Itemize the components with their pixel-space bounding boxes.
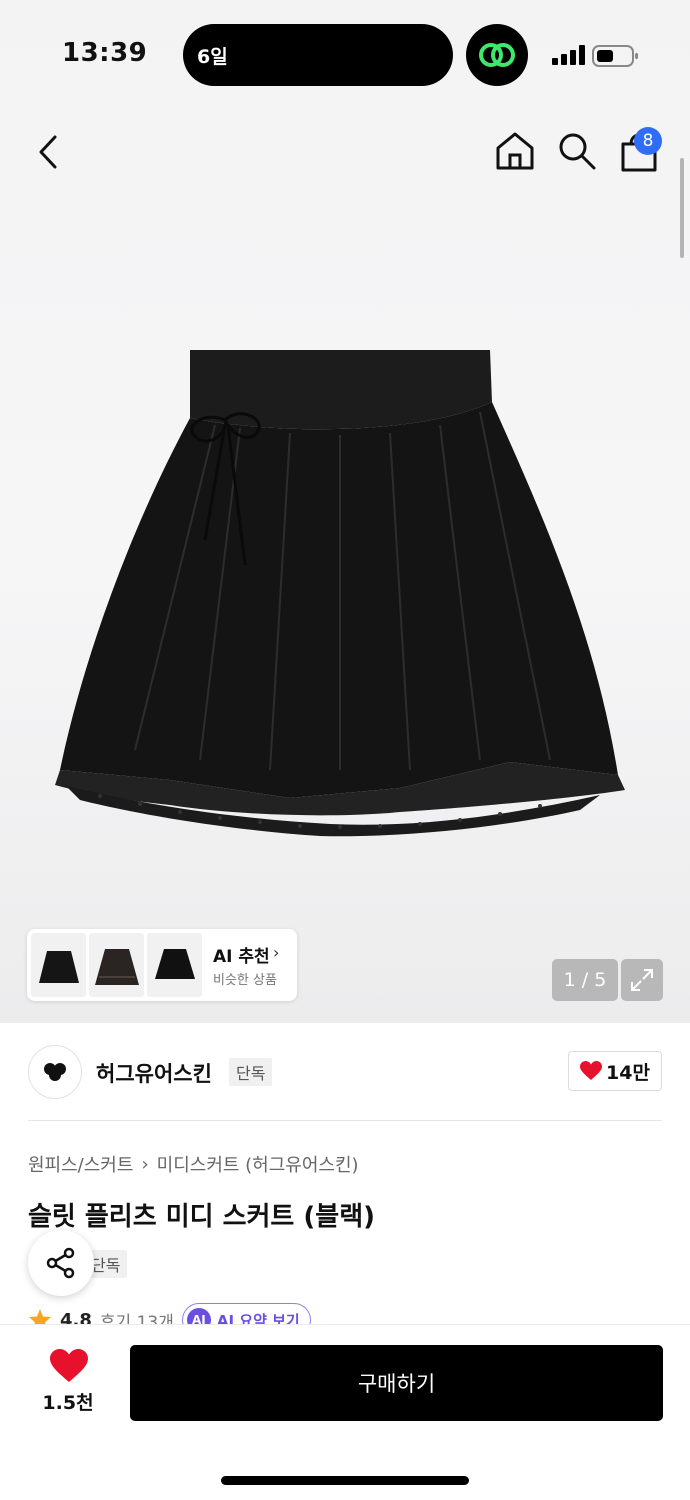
recommendation-thumbnail[interactable] bbox=[147, 933, 202, 997]
chevron-left-icon bbox=[39, 135, 57, 169]
cellular-signal-icon bbox=[552, 45, 585, 65]
recommendation-thumbnail[interactable] bbox=[31, 933, 86, 997]
back-button[interactable] bbox=[28, 130, 68, 174]
ai-recommendation-subtitle: 비슷한 상품 bbox=[213, 973, 277, 988]
breadcrumb-subcategory[interactable]: 미디스커트 (허그유어스킨) bbox=[157, 1151, 359, 1177]
brand-name[interactable]: 허그유어스킨 bbox=[96, 1058, 212, 1088]
heart-icon bbox=[580, 1061, 603, 1080]
status-time: 13:39 bbox=[62, 38, 148, 68]
product-photo[interactable] bbox=[40, 330, 640, 850]
share-button[interactable] bbox=[28, 1230, 94, 1296]
wishlist-heart-icon[interactable] bbox=[50, 1349, 88, 1383]
expand-image-button[interactable] bbox=[621, 959, 663, 1001]
cart-count-badge: 8 bbox=[634, 127, 662, 155]
brand-like-button[interactable]: 14만 bbox=[568, 1051, 662, 1091]
search-icon[interactable] bbox=[556, 130, 598, 172]
breadcrumb-category[interactable]: 원피스/스커트 bbox=[28, 1151, 133, 1177]
brand-like-count: 14만 bbox=[606, 1061, 650, 1084]
divider bbox=[28, 1120, 662, 1121]
product-image-area: 13:39 6일 8 AI 추천 › 비슷한 상품 1 / 5 bbox=[0, 0, 690, 1023]
wishlist-count: 1.5천 bbox=[42, 1392, 94, 1414]
home-icon[interactable] bbox=[494, 130, 536, 172]
brand-logo[interactable] bbox=[28, 1045, 82, 1099]
battery-icon bbox=[592, 45, 638, 67]
share-icon bbox=[46, 1247, 75, 1279]
buy-button[interactable]: 구매하기 bbox=[130, 1345, 663, 1421]
expand-icon bbox=[631, 969, 653, 991]
island-text: 6일 bbox=[197, 46, 228, 68]
ai-recommendation-card[interactable]: AI 추천 › 비슷한 상품 bbox=[27, 929, 297, 1001]
product-title: 슬릿 플리츠 미디 스커트 (블랙) bbox=[28, 1202, 376, 1232]
image-page-counter: 1 / 5 bbox=[552, 959, 618, 1001]
recommendation-thumbnail[interactable] bbox=[89, 933, 144, 997]
scrollbar[interactable] bbox=[680, 158, 684, 258]
chevron-right-icon: › bbox=[273, 943, 280, 962]
brand-logo-icon bbox=[44, 1063, 66, 1081]
chevron-right-icon: › bbox=[141, 1153, 149, 1175]
dynamic-island: 6일 bbox=[183, 24, 453, 86]
home-indicator[interactable] bbox=[221, 1476, 469, 1485]
chain-link-icon bbox=[466, 24, 528, 86]
breadcrumb: 원피스/스커트 › 미디스커트 (허그유어스킨) bbox=[28, 1151, 359, 1177]
ai-recommendation-title: AI 추천 bbox=[213, 947, 270, 967]
exclusive-tag: 단독 bbox=[229, 1058, 273, 1086]
